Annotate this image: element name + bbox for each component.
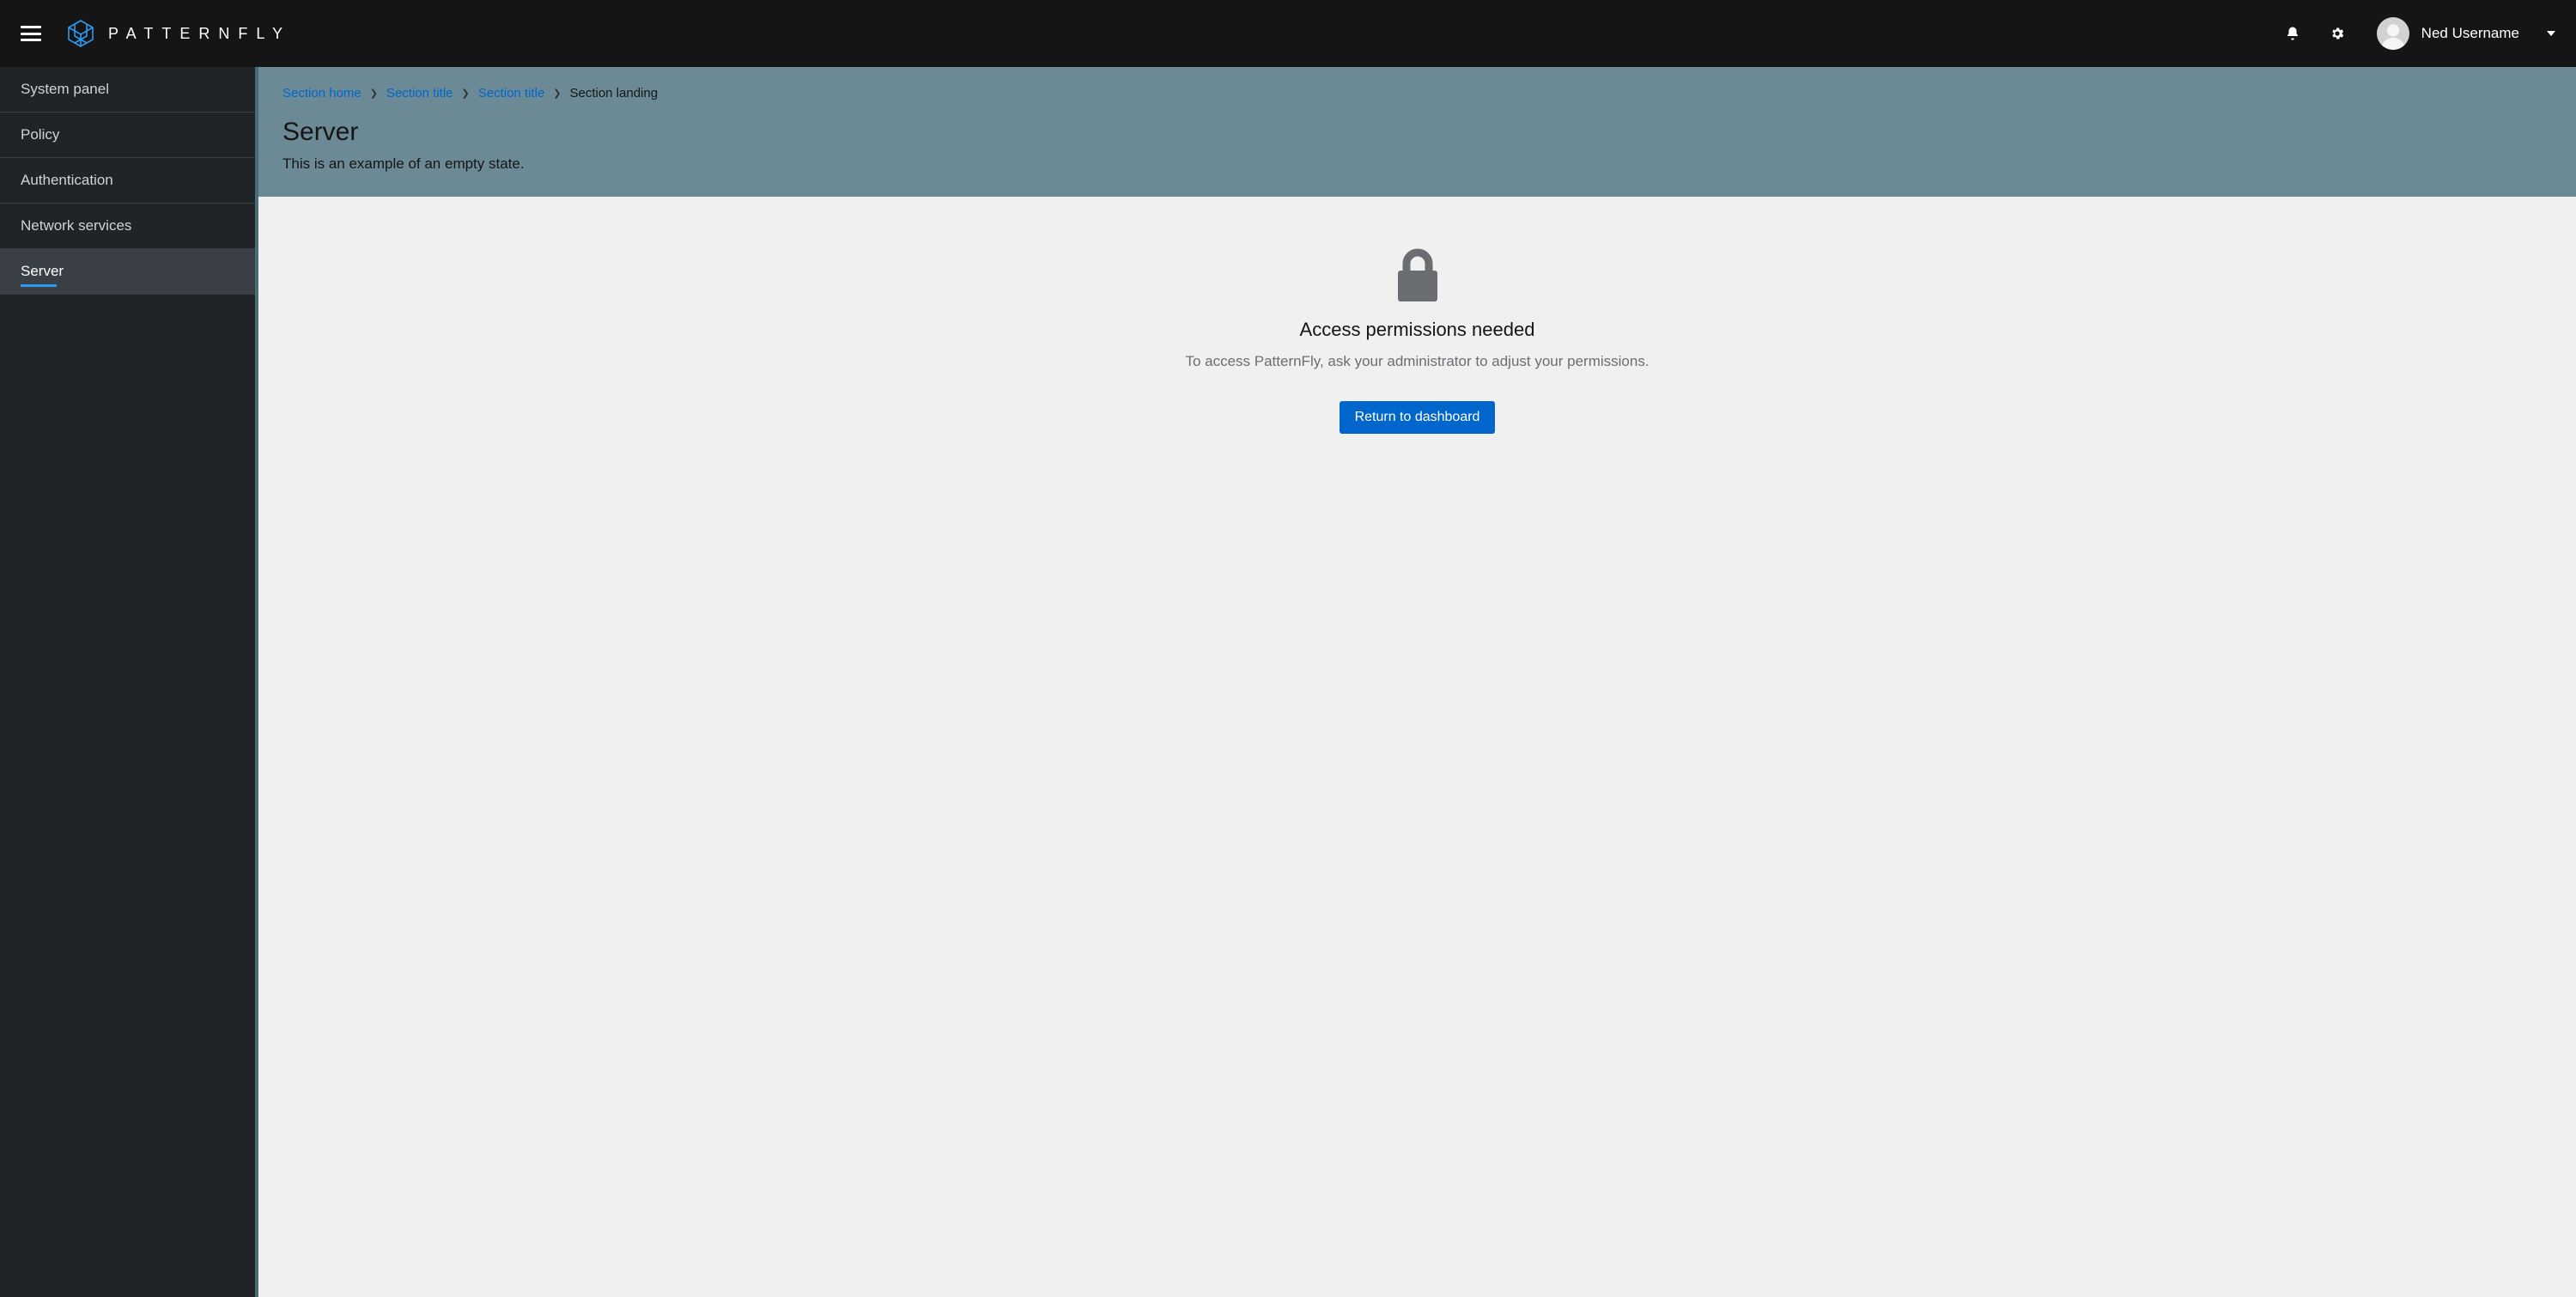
sidebar-nav: System panel Policy Authentication Netwo…	[0, 67, 258, 1297]
avatar	[2377, 17, 2409, 50]
breadcrumb-current: Section landing	[569, 86, 658, 100]
breadcrumb-link[interactable]: Section title	[478, 86, 545, 100]
sidebar-item-authentication[interactable]: Authentication	[0, 158, 255, 204]
page-header: Section home ❯ Section title ❯ Section t…	[258, 67, 2576, 197]
main-content: Section home ❯ Section title ❯ Section t…	[258, 67, 2576, 1297]
empty-state-body: To access PatternFly, ask your administr…	[1117, 353, 1718, 370]
page-description: This is an example of an empty state.	[283, 155, 2552, 173]
breadcrumb-link[interactable]: Section title	[386, 86, 453, 100]
nav-toggle-button[interactable]	[21, 26, 41, 41]
lock-icon	[1117, 248, 1718, 301]
empty-state: Access permissions needed To access Patt…	[1117, 248, 1718, 434]
sidebar-item-label: Server	[21, 263, 64, 279]
brand-logo[interactable]: PATTERNFLY	[65, 18, 291, 49]
sidebar-item-label: Network services	[21, 217, 131, 234]
patternfly-logo-icon	[65, 18, 96, 49]
sidebar-item-server[interactable]: Server	[0, 249, 255, 295]
sidebar-item-policy[interactable]: Policy	[0, 113, 255, 158]
chevron-right-icon: ❯	[462, 88, 470, 99]
brand-text: PATTERNFLY	[108, 25, 291, 43]
page-title: Server	[283, 118, 2552, 147]
masthead: PATTERNFLY Ned Username	[0, 0, 2576, 67]
content-area: Access permissions needed To access Patt…	[258, 197, 2576, 485]
sidebar-item-label: Authentication	[21, 172, 113, 188]
chevron-right-icon: ❯	[370, 88, 378, 99]
breadcrumb: Section home ❯ Section title ❯ Section t…	[283, 86, 2552, 100]
bell-icon[interactable]	[2284, 25, 2301, 42]
breadcrumb-link[interactable]: Section home	[283, 86, 361, 100]
chevron-right-icon: ❯	[553, 88, 561, 99]
header-toolbar	[2284, 25, 2346, 42]
empty-state-title: Access permissions needed	[1117, 319, 1718, 341]
sidebar-item-label: Policy	[21, 126, 59, 143]
sidebar-item-label: System panel	[21, 81, 109, 97]
sidebar-item-system-panel[interactable]: System panel	[0, 67, 255, 113]
return-to-dashboard-button[interactable]: Return to dashboard	[1340, 401, 1496, 434]
username-label: Ned Username	[2421, 25, 2519, 42]
gear-icon[interactable]	[2329, 25, 2346, 42]
sidebar-item-network-services[interactable]: Network services	[0, 204, 255, 249]
caret-down-icon	[2547, 31, 2555, 36]
user-menu[interactable]: Ned Username	[2377, 17, 2555, 50]
